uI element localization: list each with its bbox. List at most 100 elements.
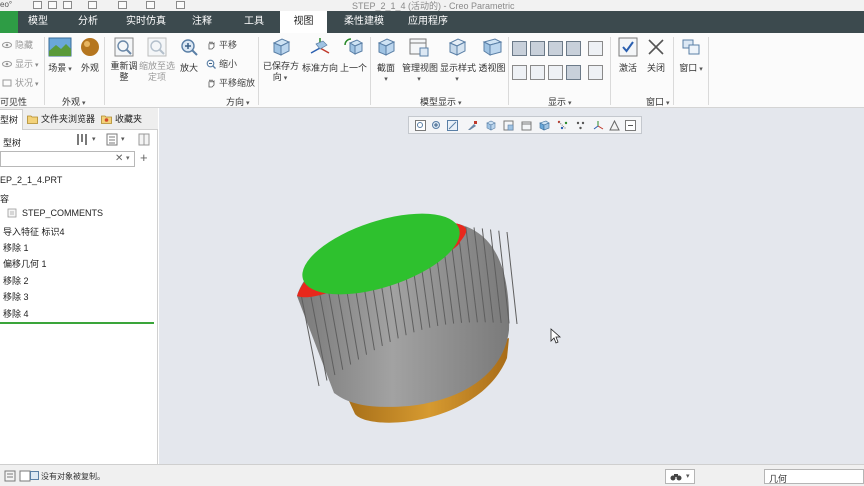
perspective-button[interactable]: 透视图 xyxy=(478,37,506,74)
zoom-in-button[interactable]: 放大 xyxy=(178,37,200,74)
tree-settings-icon[interactable] xyxy=(106,133,118,146)
tree-item-remove-3[interactable]: 移除 3 xyxy=(3,290,29,303)
group-divider xyxy=(508,37,509,105)
datum-display-icon[interactable] xyxy=(557,120,568,131)
undo-icon[interactable] xyxy=(88,1,97,9)
tab-view[interactable]: 视图 xyxy=(280,11,327,33)
navigator-tabs: 型树 文件夹浏览器 收藏夹 xyxy=(0,108,158,130)
zoom-in-icon[interactable] xyxy=(431,120,442,131)
open-file-icon[interactable] xyxy=(48,1,57,9)
tree-item-remove-4[interactable]: 移除 4 xyxy=(3,307,29,320)
status-bar: 没有对象被复制。 ▾ 几何 xyxy=(0,464,864,486)
point-display-icon[interactable] xyxy=(575,120,586,131)
tree-item-remove-2[interactable]: 移除 2 xyxy=(3,274,29,287)
regenerate-icon[interactable] xyxy=(118,1,127,9)
perspective-icon[interactable] xyxy=(539,120,550,131)
window-icon[interactable] xyxy=(146,1,155,9)
spin-center-toggle[interactable] xyxy=(588,41,603,56)
saved-orientations-button[interactable]: 已保存方向 ▾ xyxy=(263,37,299,84)
repaint-icon[interactable] xyxy=(467,120,478,131)
csys-display-toggle[interactable] xyxy=(566,41,581,56)
axis-display-toggle[interactable] xyxy=(530,41,545,56)
tree-item-import-feature[interactable]: 导入特征 标识4 xyxy=(3,225,65,238)
section-button[interactable]: 截面 ▾ xyxy=(374,37,398,85)
file-menu-button[interactable] xyxy=(0,11,18,33)
insert-here-indicator[interactable] xyxy=(0,322,154,324)
zoom-out-button[interactable]: 缩小 xyxy=(206,57,237,70)
annotation-display-toggle[interactable] xyxy=(588,65,603,80)
view-manager-icon[interactable] xyxy=(521,120,532,131)
previous-orientation-button[interactable]: 上一个 xyxy=(340,37,367,74)
model-display-group-label: 模型显示 ▾ xyxy=(420,97,462,107)
zoom-to-selected-button[interactable]: 缩放至选 定项 xyxy=(138,37,176,83)
scene-button[interactable]: 场景 ▾ xyxy=(48,37,72,74)
group-divider xyxy=(610,37,611,105)
hide-button[interactable]: 隐藏 xyxy=(2,38,33,51)
status-button[interactable]: 状况 ▾ xyxy=(2,76,38,89)
refit-button[interactable]: 重新调整 xyxy=(108,37,140,83)
chevron-down-icon[interactable]: ▾ xyxy=(126,154,130,162)
pan-zoom-icon xyxy=(208,79,215,88)
tab-folder-browser[interactable]: 文件夹浏览器 xyxy=(27,112,95,125)
tree-item-step-comments[interactable]: STEP_COMMENTS xyxy=(3,208,103,218)
tab-applications[interactable]: 应用程序 xyxy=(402,11,454,33)
point-display-toggle[interactable] xyxy=(548,41,563,56)
close-window-icon[interactable] xyxy=(176,1,185,9)
saved-orientations-icon[interactable] xyxy=(503,120,514,131)
refit-icon[interactable] xyxy=(415,120,426,131)
selection-filter-select[interactable]: 几何 xyxy=(764,469,864,484)
csys-tag-toggle[interactable] xyxy=(566,65,581,80)
close-window-button[interactable]: 关闭 xyxy=(644,37,668,74)
tree-item-root[interactable]: EP_2_1_4.PRT xyxy=(0,175,62,185)
spin-center-icon[interactable] xyxy=(625,120,636,131)
clear-search-icon[interactable]: ✕ xyxy=(115,153,123,164)
display-style-button[interactable]: 显示样式 ▾ xyxy=(440,37,476,85)
tab-live-simulation[interactable]: 实时仿真 xyxy=(120,11,172,33)
group-divider xyxy=(258,37,259,105)
show-button[interactable]: 显示 ▾ xyxy=(2,57,38,70)
message-log-icon[interactable] xyxy=(4,470,16,482)
tab-model-tree[interactable]: 型树 xyxy=(0,109,23,130)
chevron-down-icon[interactable]: ▾ xyxy=(92,135,96,143)
tab-flexible-modeling[interactable]: 柔性建模 xyxy=(336,11,392,33)
tab-model[interactable]: 模型 xyxy=(18,11,58,33)
tree-item-remove-1[interactable]: 移除 1 xyxy=(3,241,29,254)
scene-icon xyxy=(48,37,72,57)
chevron-down-icon[interactable]: ▾ xyxy=(121,135,125,143)
activate-window-button[interactable]: 激活 xyxy=(616,37,640,74)
binoculars-icon xyxy=(670,474,682,481)
tree-item-layers[interactable]: 容 xyxy=(0,192,9,205)
graphics-viewport[interactable] xyxy=(159,108,864,464)
pan-button[interactable]: 平移 xyxy=(206,38,237,51)
annotation-display-icon[interactable] xyxy=(609,120,620,131)
zoom-in-icon xyxy=(181,39,198,56)
group-divider xyxy=(673,37,674,105)
tab-tools[interactable]: 工具 xyxy=(234,11,274,33)
tree-filter-icon[interactable] xyxy=(76,133,88,146)
knurled-cap-model[interactable] xyxy=(159,108,864,464)
tab-analysis[interactable]: 分析 xyxy=(68,11,108,33)
manage-views-button[interactable]: 管理视图 ▾ xyxy=(402,37,438,85)
save-icon[interactable] xyxy=(63,1,72,9)
tab-annotate[interactable]: 注释 xyxy=(182,11,222,33)
selection-mode-dropdown[interactable]: ▾ xyxy=(665,469,695,484)
tab-favorites[interactable]: 收藏夹 xyxy=(101,112,142,125)
windows-button[interactable]: 窗口 ▾ xyxy=(677,37,705,74)
add-icon[interactable]: + xyxy=(140,150,148,165)
plane-display-toggle[interactable] xyxy=(512,41,527,56)
tree-item-offset-geometry-1[interactable]: 偏移几何 1 xyxy=(3,257,47,270)
pan-zoom-button[interactable]: 平移缩放 xyxy=(206,76,255,89)
refit-icon xyxy=(114,37,134,57)
status-message: 没有对象被复制。 xyxy=(41,472,105,481)
plane-tag-toggle[interactable] xyxy=(512,65,527,80)
standard-orientation-button[interactable]: 标准方向 xyxy=(302,37,338,74)
axis-tag-toggle[interactable] xyxy=(530,65,545,80)
csys-display-icon[interactable] xyxy=(593,120,604,131)
zoom-out-icon[interactable] xyxy=(447,120,458,131)
appearance-button[interactable]: 外观 xyxy=(78,37,102,74)
new-file-icon[interactable] xyxy=(33,1,42,9)
shaded-icon[interactable] xyxy=(485,120,496,131)
standard-orientation-icon xyxy=(310,38,330,54)
point-tag-toggle[interactable] xyxy=(548,65,563,80)
tree-columns-icon[interactable] xyxy=(138,133,150,146)
